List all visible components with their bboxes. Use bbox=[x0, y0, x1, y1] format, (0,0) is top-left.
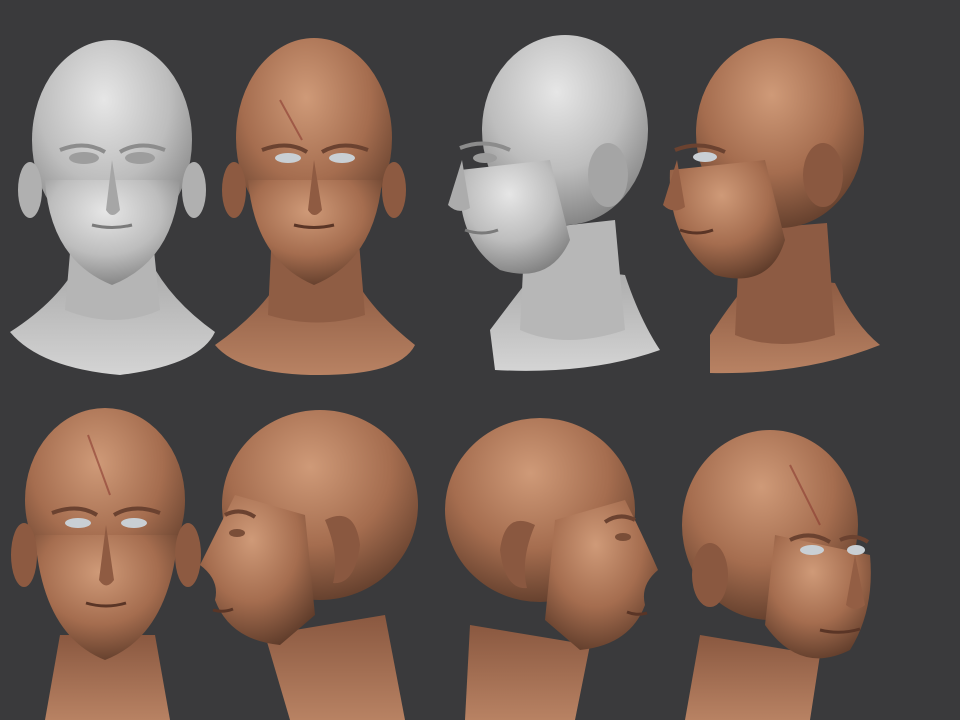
face bbox=[200, 495, 315, 645]
eye-right bbox=[329, 153, 355, 163]
head-front-skin bbox=[210, 30, 425, 380]
face bbox=[545, 500, 658, 650]
eye bbox=[693, 152, 717, 162]
head-three-quarter-clay bbox=[440, 30, 670, 380]
head-side-left-skin bbox=[195, 405, 430, 720]
eye bbox=[615, 533, 631, 541]
ear bbox=[692, 543, 728, 607]
eye bbox=[229, 529, 245, 537]
head-front-clay bbox=[0, 30, 225, 380]
eye-left bbox=[65, 518, 91, 528]
face bbox=[669, 160, 785, 279]
eye-right bbox=[847, 545, 865, 555]
ear bbox=[588, 143, 628, 207]
eye-left bbox=[69, 152, 99, 164]
ear-left bbox=[222, 162, 246, 218]
head-three-quarter-skin bbox=[655, 35, 885, 380]
ear-left bbox=[18, 162, 42, 218]
head-three-quarter-right-skin bbox=[670, 425, 890, 720]
ear-right bbox=[382, 162, 406, 218]
eye-right bbox=[121, 518, 147, 528]
ear-right bbox=[182, 162, 206, 218]
eye bbox=[473, 153, 497, 163]
ear-left bbox=[11, 523, 37, 587]
head-front-skin-closeup bbox=[0, 405, 215, 720]
head-side-right-skin bbox=[440, 415, 670, 720]
eye-right bbox=[125, 152, 155, 164]
render-sheet bbox=[0, 0, 960, 720]
eye-left bbox=[275, 153, 301, 163]
face bbox=[459, 160, 570, 274]
ear bbox=[803, 143, 843, 207]
eye-left bbox=[800, 545, 824, 555]
